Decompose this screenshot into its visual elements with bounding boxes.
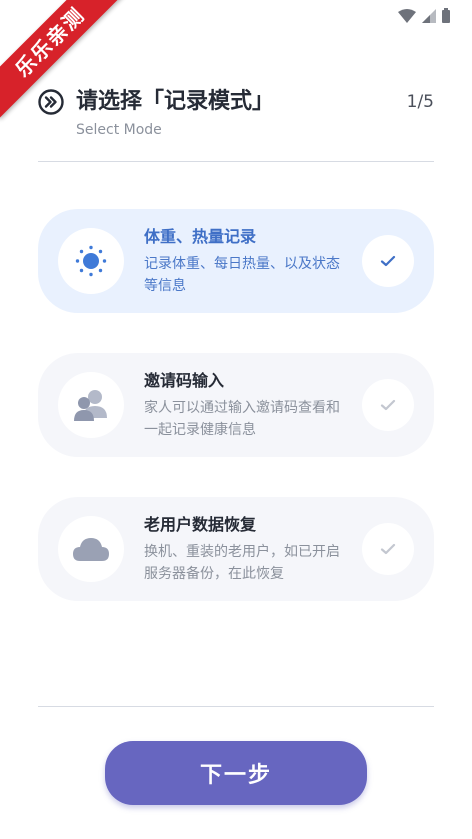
watermark-text: 乐乐亲测 (0, 0, 127, 119)
check-icon (380, 255, 396, 267)
option-title: 体重、热量记录 (144, 227, 257, 246)
option-data-restore[interactable]: 老用户数据恢复 换机、重装的老用户，如已开启服务器备份，在此恢复 (38, 497, 434, 601)
check-icon (380, 399, 396, 411)
watermark-ribbon: 乐乐亲测 (0, 0, 130, 130)
step-counter: 1/5 (406, 92, 434, 112)
signal-icon (422, 8, 436, 23)
option-icon-wrap (58, 372, 124, 438)
option-checkbox[interactable] (362, 379, 414, 431)
option-title: 邀请码输入 (144, 371, 225, 390)
option-description: 记录体重、每日热量、以及状态等信息 (144, 256, 340, 294)
footer-divider (38, 706, 434, 707)
status-icons (398, 8, 450, 23)
option-description: 家人可以通过输入邀请码查看和一起记录健康信息 (144, 400, 340, 438)
option-invite-code[interactable]: 邀请码输入 家人可以通过输入邀请码查看和一起记录健康信息 (38, 353, 434, 457)
option-description: 换机、重装的老用户，如已开启服务器备份，在此恢复 (144, 544, 340, 582)
people-icon (74, 390, 107, 421)
option-title: 老用户数据恢复 (144, 515, 257, 534)
option-weight-calorie[interactable]: 体重、热量记录 记录体重、每日热量、以及状态等信息 (38, 209, 434, 313)
option-icon-wrap (58, 228, 124, 294)
option-checkbox[interactable] (362, 523, 414, 575)
option-checkbox[interactable] (362, 235, 414, 287)
check-icon (380, 543, 396, 555)
sun-icon (75, 245, 107, 277)
cloud-icon (73, 538, 109, 561)
wifi-icon (398, 8, 416, 23)
battery-icon (442, 8, 450, 23)
header-divider (38, 161, 434, 162)
option-icon-wrap (58, 516, 124, 582)
next-button[interactable]: 下一步 (105, 741, 367, 805)
